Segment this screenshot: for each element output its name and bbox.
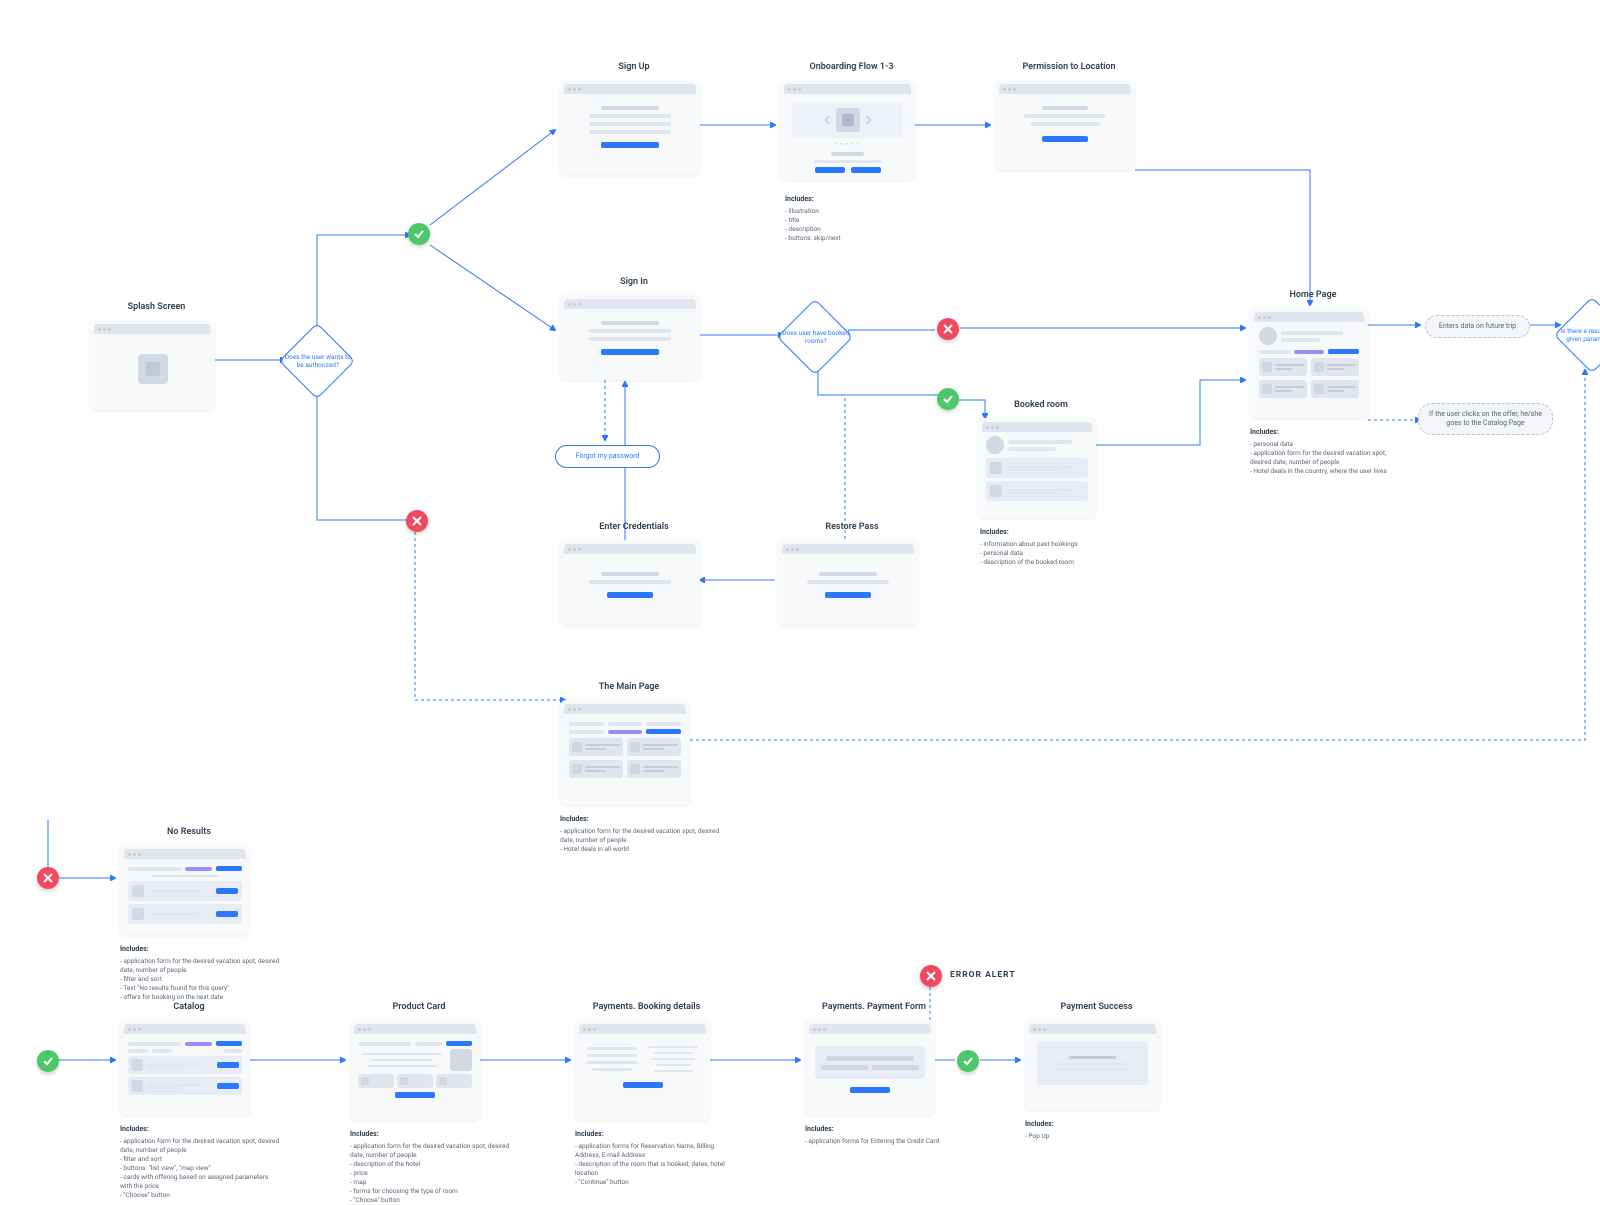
screen-main[interactable]: The Main Page — [560, 700, 690, 805]
includes-noresults: Includes: application form for the desir… — [120, 945, 280, 1002]
screen-home[interactable]: Home Page — [1250, 308, 1368, 418]
screen-booked[interactable]: Booked room — [978, 418, 1096, 518]
badge-err-booked — [937, 318, 959, 340]
screen-signin[interactable]: Sign In — [560, 295, 700, 380]
screen-permission[interactable]: Permission to Location — [995, 80, 1135, 170]
screen-entercred[interactable]: Enter Credentials — [560, 540, 700, 625]
title-entercred: Enter Credentials — [564, 522, 704, 532]
chip-clicks-offer: If the user clicks on the offer, he/she … — [1418, 403, 1553, 435]
screen-catalog[interactable]: Catalog — [120, 1020, 250, 1115]
screen-product[interactable]: Product Card — [350, 1020, 480, 1120]
title-payform: Payments. Payment Form — [809, 1002, 939, 1012]
includes-paysuccess: Includes: Pop Up — [1025, 1120, 1054, 1141]
decision-results[interactable]: Is there a result for the given paramete… — [1554, 297, 1600, 373]
title-booked: Booked room — [982, 400, 1100, 410]
includes-payform: Includes: application forms for Entering… — [805, 1125, 939, 1146]
title-paydetails: Payments. Booking details — [579, 1002, 714, 1012]
title-onboarding: Onboarding Flow 1-3 — [784, 62, 919, 72]
includes-home: Includes: personal data application form… — [1250, 428, 1400, 476]
screen-onboarding[interactable]: Onboarding Flow 1-3 • • • • • — [780, 80, 915, 180]
title-permission: Permission to Location — [999, 62, 1139, 72]
includes-product: Includes: application form for the desir… — [350, 1130, 510, 1205]
title-noresults: No Results — [124, 827, 254, 837]
decision-authorize[interactable]: Does the user wants to be authorized? — [279, 323, 355, 399]
screen-paysuccess[interactable]: Payment Success — [1025, 1020, 1160, 1110]
screen-splash[interactable]: Splash Screen — [90, 320, 215, 410]
screen-payform[interactable]: Payments. Payment Form — [805, 1020, 935, 1115]
error-alert-label: ERROR ALERT — [950, 970, 1016, 980]
includes-catalog: Includes: application form for the desir… — [120, 1125, 280, 1200]
screen-paydetails[interactable]: Payments. Booking details — [575, 1020, 710, 1120]
badge-err-results — [37, 867, 59, 889]
includes-paydetails: Includes: application forms for Reservat… — [575, 1130, 735, 1187]
title-paysuccess: Payment Success — [1029, 1002, 1164, 1012]
flow-canvas[interactable]: Splash Screen Does the user wants to be … — [0, 0, 1600, 1200]
title-product: Product Card — [354, 1002, 484, 1012]
includes-main: Includes: application form for the desir… — [560, 815, 720, 854]
badge-ok-results — [37, 1050, 59, 1072]
includes-onboarding: Includes: illustration title description… — [785, 195, 841, 243]
badge-err-pay — [920, 965, 942, 987]
badge-ok-auth — [408, 223, 430, 245]
title-restore: Restore Pass — [782, 522, 922, 532]
title-signup: Sign Up — [564, 62, 704, 72]
chip-enters-data: Enters data on future trip — [1425, 315, 1530, 338]
includes-booked: Includes: information about past booking… — [980, 528, 1078, 567]
title-home: Home Page — [1254, 290, 1372, 300]
badge-ok-booked — [937, 388, 959, 410]
badge-err-auth — [406, 510, 428, 532]
decision-booked[interactable]: Does user have booked rooms? — [777, 299, 853, 375]
chip-forgot[interactable]: Forgot my password — [555, 445, 660, 468]
screen-restore[interactable]: Restore Pass — [778, 540, 918, 625]
title-signin: Sign In — [564, 277, 704, 287]
title-main: The Main Page — [564, 682, 694, 692]
badge-ok-pay — [957, 1050, 979, 1072]
title-catalog: Catalog — [124, 1002, 254, 1012]
screen-signup[interactable]: Sign Up — [560, 80, 700, 175]
title-splash: Splash Screen — [94, 302, 219, 312]
screen-noresults[interactable]: No Results — [120, 845, 250, 935]
